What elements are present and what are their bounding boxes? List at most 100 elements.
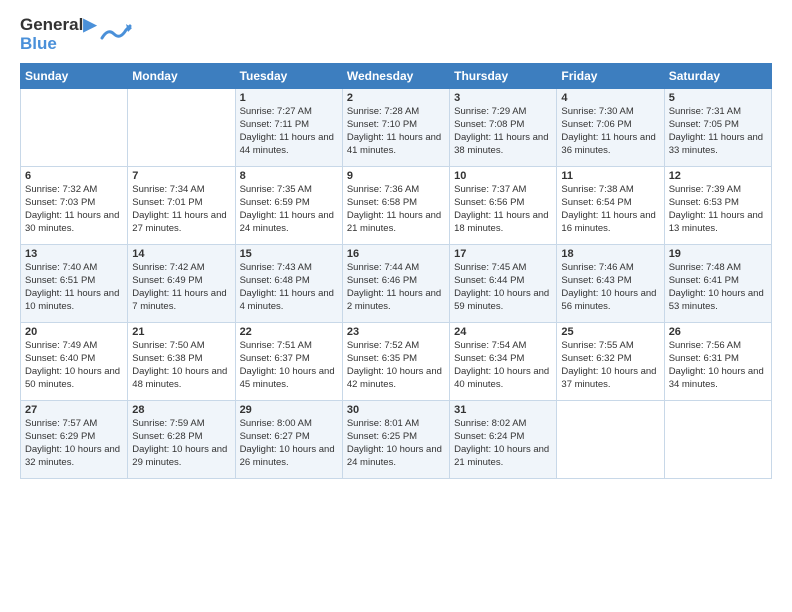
day-info: Sunrise: 7:50 AM Sunset: 6:38 PM Dayligh…: [132, 340, 230, 391]
day-info: Sunrise: 7:29 AM Sunset: 7:08 PM Dayligh…: [454, 106, 552, 157]
day-info: Sunrise: 8:01 AM Sunset: 6:25 PM Dayligh…: [347, 418, 445, 469]
day-info: Sunrise: 7:31 AM Sunset: 7:05 PM Dayligh…: [669, 106, 767, 157]
day-info: Sunrise: 8:02 AM Sunset: 6:24 PM Dayligh…: [454, 418, 552, 469]
day-cell: 10 Sunrise: 7:37 AM Sunset: 6:56 PM Dayli…: [450, 167, 557, 245]
day-number: 30: [347, 404, 445, 416]
day-number: 11: [561, 170, 659, 182]
day-number: 9: [347, 170, 445, 182]
day-number: 23: [347, 326, 445, 338]
day-number: 12: [669, 170, 767, 182]
day-number: 19: [669, 248, 767, 260]
week-row-0: 1 Sunrise: 7:27 AM Sunset: 7:11 PM Daylig…: [21, 89, 772, 167]
day-cell: 26Sunrise: 7:56 AM Sunset: 6:31 PM Dayli…: [664, 323, 771, 401]
day-cell: 22 Sunrise: 7:51 AM Sunset: 6:37 PM Dayli…: [235, 323, 342, 401]
day-number: 7: [132, 170, 230, 182]
day-cell: [664, 401, 771, 479]
day-cell: 20 Sunrise: 7:49 AM Sunset: 6:40 PM Dayli…: [21, 323, 128, 401]
day-cell: [128, 89, 235, 167]
header: General▶ Blue: [20, 16, 772, 53]
day-number: 25: [561, 326, 659, 338]
day-info: Sunrise: 7:28 AM Sunset: 7:10 PM Dayligh…: [347, 106, 445, 157]
day-number: 1: [240, 92, 338, 104]
day-info: Sunrise: 7:44 AM Sunset: 6:46 PM Dayligh…: [347, 262, 445, 313]
day-number: 4: [561, 92, 659, 104]
header-cell-friday: Friday: [557, 64, 664, 89]
day-cell: 24Sunrise: 7:54 AM Sunset: 6:34 PM Dayli…: [450, 323, 557, 401]
day-cell: 8Sunrise: 7:35 AM Sunset: 6:59 PM Daylig…: [235, 167, 342, 245]
day-info: Sunrise: 7:37 AM Sunset: 6:56 PM Dayligh…: [454, 184, 552, 235]
day-info: Sunrise: 7:55 AM Sunset: 6:32 PM Dayligh…: [561, 340, 659, 391]
day-number: 6: [25, 170, 123, 182]
day-cell: 3 Sunrise: 7:29 AM Sunset: 7:08 PM Daylig…: [450, 89, 557, 167]
day-info: Sunrise: 7:52 AM Sunset: 6:35 PM Dayligh…: [347, 340, 445, 391]
week-row-4: 27 Sunrise: 7:57 AM Sunset: 6:29 PM Dayli…: [21, 401, 772, 479]
header-cell-saturday: Saturday: [664, 64, 771, 89]
header-cell-sunday: Sunday: [21, 64, 128, 89]
day-info: Sunrise: 7:51 AM Sunset: 6:37 PM Dayligh…: [240, 340, 338, 391]
day-number: 13: [25, 248, 123, 260]
day-cell: 25 Sunrise: 7:55 AM Sunset: 6:32 PM Dayli…: [557, 323, 664, 401]
day-cell: 17Sunrise: 7:45 AM Sunset: 6:44 PM Dayli…: [450, 245, 557, 323]
day-info: Sunrise: 7:56 AM Sunset: 6:31 PM Dayligh…: [669, 340, 767, 391]
day-cell: 5Sunrise: 7:31 AM Sunset: 7:05 PM Daylig…: [664, 89, 771, 167]
day-number: 20: [25, 326, 123, 338]
calendar-table: SundayMondayTuesdayWednesdayThursdayFrid…: [20, 63, 772, 479]
day-cell: 15Sunrise: 7:43 AM Sunset: 6:48 PM Dayli…: [235, 245, 342, 323]
day-number: 22: [240, 326, 338, 338]
day-info: Sunrise: 7:49 AM Sunset: 6:40 PM Dayligh…: [25, 340, 123, 391]
day-cell: 27 Sunrise: 7:57 AM Sunset: 6:29 PM Dayli…: [21, 401, 128, 479]
day-cell: 2 Sunrise: 7:28 AM Sunset: 7:10 PM Daylig…: [342, 89, 449, 167]
day-info: Sunrise: 7:57 AM Sunset: 6:29 PM Dayligh…: [25, 418, 123, 469]
day-number: 29: [240, 404, 338, 416]
day-number: 2: [347, 92, 445, 104]
day-info: Sunrise: 7:27 AM Sunset: 7:11 PM Dayligh…: [240, 106, 338, 157]
day-cell: 28 Sunrise: 7:59 AM Sunset: 6:28 PM Dayli…: [128, 401, 235, 479]
day-cell: 11 Sunrise: 7:38 AM Sunset: 6:54 PM Dayli…: [557, 167, 664, 245]
day-info: Sunrise: 8:00 AM Sunset: 6:27 PM Dayligh…: [240, 418, 338, 469]
day-info: Sunrise: 7:39 AM Sunset: 6:53 PM Dayligh…: [669, 184, 767, 235]
day-number: 28: [132, 404, 230, 416]
header-cell-tuesday: Tuesday: [235, 64, 342, 89]
day-cell: [557, 401, 664, 479]
day-cell: 1 Sunrise: 7:27 AM Sunset: 7:11 PM Daylig…: [235, 89, 342, 167]
day-info: Sunrise: 7:54 AM Sunset: 6:34 PM Dayligh…: [454, 340, 552, 391]
week-row-2: 13 Sunrise: 7:40 AM Sunset: 6:51 PM Dayli…: [21, 245, 772, 323]
day-number: 27: [25, 404, 123, 416]
logo-text2: Blue: [20, 35, 96, 54]
day-info: Sunrise: 7:30 AM Sunset: 7:06 PM Dayligh…: [561, 106, 659, 157]
day-info: Sunrise: 7:59 AM Sunset: 6:28 PM Dayligh…: [132, 418, 230, 469]
day-info: Sunrise: 7:36 AM Sunset: 6:58 PM Dayligh…: [347, 184, 445, 235]
calendar-body: 1 Sunrise: 7:27 AM Sunset: 7:11 PM Daylig…: [21, 89, 772, 479]
day-cell: 18 Sunrise: 7:46 AM Sunset: 6:43 PM Dayli…: [557, 245, 664, 323]
day-cell: 12 Sunrise: 7:39 AM Sunset: 6:53 PM Dayli…: [664, 167, 771, 245]
day-number: 16: [347, 248, 445, 260]
day-number: 18: [561, 248, 659, 260]
day-number: 15: [240, 248, 338, 260]
week-row-3: 20 Sunrise: 7:49 AM Sunset: 6:40 PM Dayli…: [21, 323, 772, 401]
page: General▶ Blue SundayMondayTuesdayWednesd…: [0, 0, 792, 489]
day-cell: 13 Sunrise: 7:40 AM Sunset: 6:51 PM Dayli…: [21, 245, 128, 323]
day-cell: 19 Sunrise: 7:48 AM Sunset: 6:41 PM Dayli…: [664, 245, 771, 323]
day-info: Sunrise: 7:46 AM Sunset: 6:43 PM Dayligh…: [561, 262, 659, 313]
logo-text: General▶: [20, 16, 96, 35]
day-cell: 31Sunrise: 8:02 AM Sunset: 6:24 PM Dayli…: [450, 401, 557, 479]
week-row-1: 6Sunrise: 7:32 AM Sunset: 7:03 PM Daylig…: [21, 167, 772, 245]
day-info: Sunrise: 7:48 AM Sunset: 6:41 PM Dayligh…: [669, 262, 767, 313]
day-number: 14: [132, 248, 230, 260]
day-number: 10: [454, 170, 552, 182]
header-cell-thursday: Thursday: [450, 64, 557, 89]
logo: General▶ Blue: [20, 16, 132, 53]
day-number: 21: [132, 326, 230, 338]
day-info: Sunrise: 7:40 AM Sunset: 6:51 PM Dayligh…: [25, 262, 123, 313]
day-info: Sunrise: 7:38 AM Sunset: 6:54 PM Dayligh…: [561, 184, 659, 235]
day-info: Sunrise: 7:34 AM Sunset: 7:01 PM Dayligh…: [132, 184, 230, 235]
day-cell: 21 Sunrise: 7:50 AM Sunset: 6:38 PM Dayli…: [128, 323, 235, 401]
day-cell: 23 Sunrise: 7:52 AM Sunset: 6:35 PM Dayli…: [342, 323, 449, 401]
day-cell: [21, 89, 128, 167]
day-cell: 6Sunrise: 7:32 AM Sunset: 7:03 PM Daylig…: [21, 167, 128, 245]
day-cell: 14 Sunrise: 7:42 AM Sunset: 6:49 PM Dayli…: [128, 245, 235, 323]
day-number: 3: [454, 92, 552, 104]
header-cell-monday: Monday: [128, 64, 235, 89]
day-info: Sunrise: 7:42 AM Sunset: 6:49 PM Dayligh…: [132, 262, 230, 313]
day-cell: 16 Sunrise: 7:44 AM Sunset: 6:46 PM Dayli…: [342, 245, 449, 323]
